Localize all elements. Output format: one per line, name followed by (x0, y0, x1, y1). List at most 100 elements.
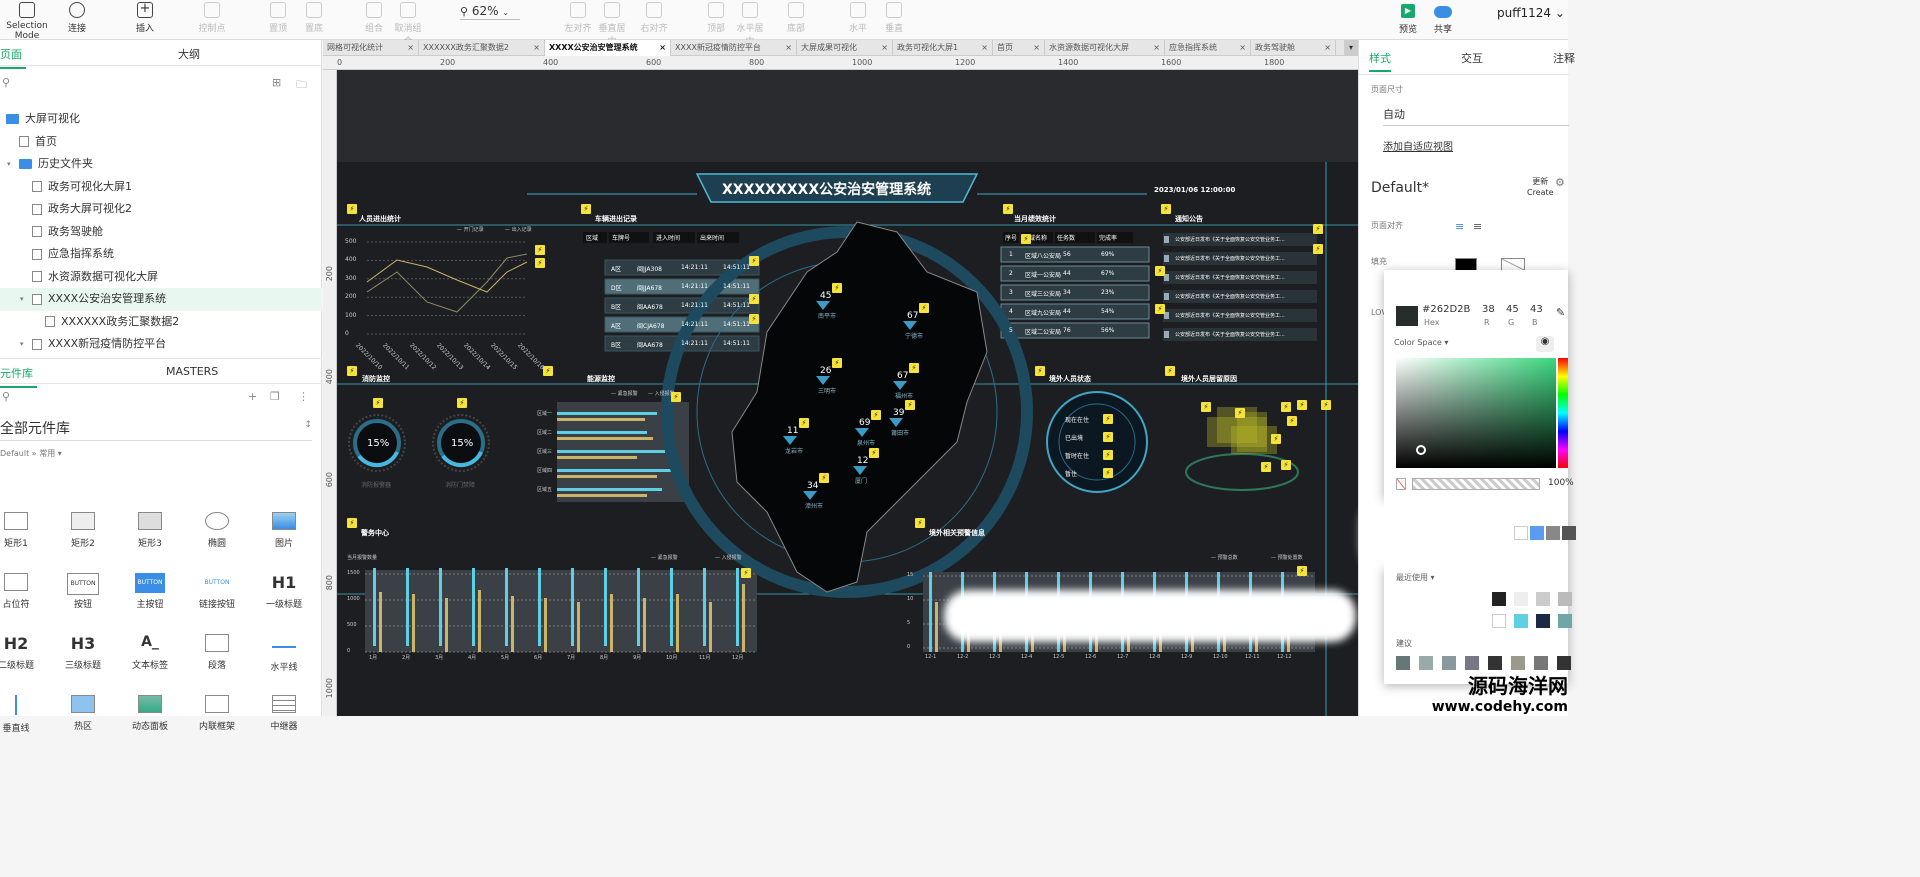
insert-button[interactable]: + 插入 (128, 2, 162, 34)
tab-notes[interactable]: 注释 (1553, 50, 1575, 66)
toolbar-tool[interactable]: 置底 (298, 2, 330, 34)
color-swatch[interactable] (1419, 656, 1433, 670)
document-tab[interactable]: 大屏成果可视化 × (797, 40, 893, 56)
tab-outline[interactable]: 大纲 (178, 46, 200, 62)
palette-icon[interactable]: ◉ (1536, 336, 1554, 352)
color-swatch[interactable] (1562, 526, 1576, 540)
close-icon[interactable]: × (981, 40, 988, 56)
close-icon[interactable]: × (1153, 40, 1160, 56)
r-input[interactable]: 38 (1482, 304, 1495, 315)
color-swatch[interactable] (1514, 526, 1528, 540)
tab-pages[interactable]: 页面 (0, 46, 26, 69)
close-icon[interactable]: × (407, 40, 414, 56)
add-adaptive-view-link[interactable]: 添加自适应视图 (1383, 138, 1453, 153)
document-tab[interactable]: XXXX新冠疫情防控平台 × (671, 40, 797, 56)
opacity-value[interactable]: 100% (1548, 478, 1574, 488)
component-item[interactable]: 水平线 (256, 634, 312, 673)
style-settings-icon[interactable]: ⚙ (1555, 176, 1565, 189)
tab-style[interactable]: 样式 (1369, 50, 1391, 72)
component-item[interactable]: BUTTON 主按钮 (122, 573, 178, 610)
color-swatch[interactable] (1511, 656, 1525, 670)
align-left-icon[interactable]: ≡ (1455, 220, 1464, 233)
color-swatch[interactable] (1558, 614, 1572, 628)
page-tree-item[interactable]: ▾ XXXX新冠疫情防控平台 (0, 333, 322, 356)
expand-arrow-icon[interactable]: ▾ (7, 153, 11, 176)
color-swatch[interactable] (1514, 614, 1528, 628)
selection-mode-button[interactable]: Selection Mode (0, 2, 54, 41)
component-item[interactable]: 椭圆 (189, 512, 245, 549)
toolbar-tool[interactable]: 左对齐 (562, 2, 594, 34)
tab-library[interactable]: 元件库 (0, 365, 37, 388)
search-icon[interactable]: ⚲ (2, 76, 10, 89)
component-item[interactable]: 占位符 (0, 573, 44, 610)
document-tab[interactable]: 网格可视化统计 × (323, 40, 419, 56)
component-item[interactable]: 图片 (256, 512, 312, 549)
component-item[interactable]: 热区 (55, 695, 111, 732)
document-tab[interactable]: 水资源数据可视化大屏 × (1045, 40, 1165, 56)
hex-input[interactable]: #262D2B (1422, 304, 1470, 315)
toolbar-tool[interactable]: 顶部 (700, 2, 732, 34)
close-icon[interactable]: × (1239, 40, 1246, 56)
page-tree-item[interactable]: ▾ 历史文件夹 (0, 153, 322, 176)
page-size-select[interactable]: 自动 (1383, 106, 1569, 126)
close-icon[interactable]: × (1324, 40, 1331, 56)
page-tree-item[interactable]: 政务大屏可视化2 (0, 198, 322, 221)
color-swatch[interactable] (1536, 592, 1550, 606)
component-item[interactable]: BUTTON 链接按钮 (189, 573, 245, 610)
color-space-select[interactable]: Color Space ▾ (1394, 338, 1448, 347)
user-menu[interactable]: puff1124 ⌄ (1497, 6, 1565, 20)
tab-overflow-icon[interactable]: ▾ (1344, 40, 1358, 56)
color-swatch[interactable] (1492, 614, 1506, 628)
toolbar-tool[interactable]: 水平 (842, 2, 874, 34)
add-folder-icon[interactable]: 🗀 (296, 76, 307, 95)
close-icon[interactable]: × (533, 40, 540, 56)
document-tab[interactable]: 政务可视化大屏1 × (893, 40, 993, 56)
document-tab[interactable]: XXXXXX政务汇聚数据2 × (419, 40, 545, 56)
component-item[interactable]: 内联框架 (189, 695, 245, 732)
color-swatch[interactable] (1442, 656, 1456, 670)
connect-button[interactable]: 连接 (62, 2, 92, 34)
search-icon[interactable]: ⚲ (2, 390, 10, 403)
component-item[interactable]: H2 二级标题 (0, 634, 44, 671)
document-tab[interactable]: 应急指挥系统 × (1165, 40, 1251, 56)
align-center-icon[interactable]: ≡ (1473, 220, 1482, 233)
page-tree-item[interactable]: 政务可视化大屏1 (0, 176, 322, 199)
hue-slider[interactable] (1558, 358, 1568, 468)
page-tree-item[interactable]: 水资源数据可视化大屏 (0, 266, 322, 289)
color-swatch[interactable] (1534, 656, 1548, 670)
close-icon[interactable]: × (1033, 40, 1040, 56)
color-swatch[interactable] (1557, 656, 1571, 670)
saturation-area[interactable] (1396, 358, 1556, 468)
preview-button[interactable]: ▶ 预览 (1398, 2, 1418, 35)
component-item[interactable]: 中继器 (256, 695, 312, 732)
toolbar-tool[interactable]: 底部 (780, 2, 812, 34)
page-tree-item[interactable]: ▾ XXXX公安治安管理系统 (0, 288, 322, 311)
close-icon[interactable]: × (881, 40, 888, 56)
more-icon[interactable]: ⋮ (298, 390, 309, 403)
document-tab[interactable]: 首页 × (993, 40, 1045, 56)
component-item[interactable]: H1 一级标题 (256, 573, 312, 610)
color-swatch[interactable] (1465, 656, 1479, 670)
add-page-icon[interactable]: ⊞ (272, 76, 281, 89)
page-tree-item[interactable]: 应急指挥系统 (0, 243, 322, 266)
component-item[interactable]: A_ 文本标签 (122, 634, 178, 671)
component-item[interactable]: H3 三级标题 (55, 634, 111, 671)
close-icon[interactable]: × (659, 40, 666, 56)
b-input[interactable]: 43 (1530, 304, 1543, 315)
eyedropper-icon[interactable]: ✎ (1556, 306, 1565, 319)
tab-masters[interactable]: MASTERS (166, 365, 218, 378)
color-swatch[interactable] (1488, 656, 1502, 670)
page-tree-item[interactable]: XXXXXX政务汇聚数据2 (0, 311, 322, 334)
color-swatch[interactable] (1492, 592, 1506, 606)
toolbar-tool[interactable]: 组合 (358, 2, 390, 34)
toolbar-tool[interactable]: 置顶 (262, 2, 294, 34)
color-swatch[interactable] (1536, 614, 1550, 628)
update-button[interactable]: 更新 Create (1527, 176, 1554, 198)
page-tree-item[interactable]: 政务驾驶舱 (0, 221, 322, 244)
color-swatch[interactable] (1530, 526, 1544, 540)
opacity-slider[interactable] (1412, 478, 1540, 490)
copy-icon[interactable]: ❐ (270, 390, 280, 403)
document-tab[interactable]: 政务驾驶舱 × (1251, 40, 1336, 56)
component-item[interactable]: BUTTON 按钮 (55, 573, 111, 610)
g-input[interactable]: 45 (1506, 304, 1519, 315)
